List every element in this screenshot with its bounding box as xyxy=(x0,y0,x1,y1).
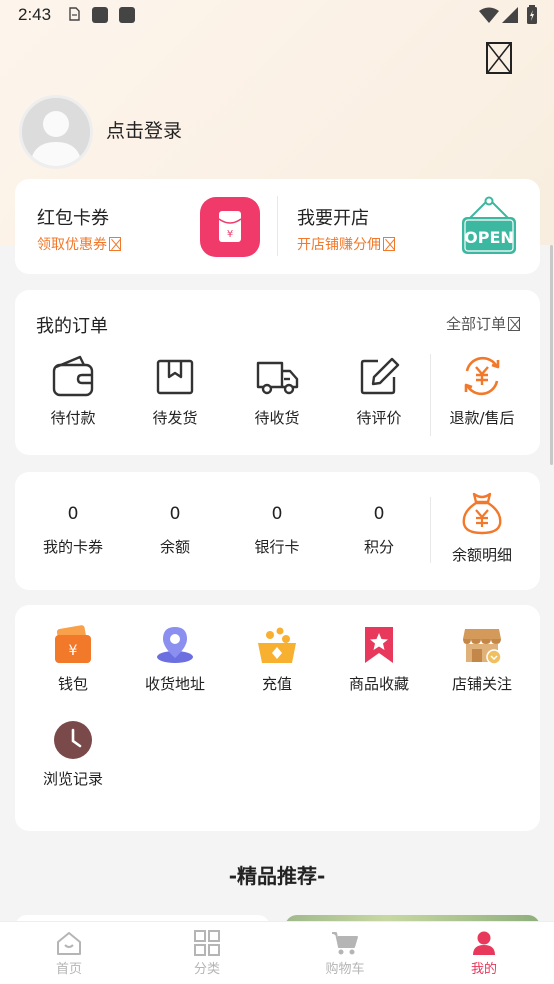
orders-divider xyxy=(430,354,431,436)
asset-label: 银行卡 xyxy=(254,538,300,556)
app-notification-icon xyxy=(92,7,108,23)
service-label: 商品收藏 xyxy=(348,675,409,693)
red-packet-title: 红包卡券 xyxy=(37,208,109,229)
recommend-title: -精品推荐- xyxy=(228,864,326,888)
home-icon xyxy=(57,932,81,955)
bottom-tabbar: 首页 分类 购物车 我的 xyxy=(0,921,554,984)
service-address[interactable]: 收货地址 xyxy=(125,625,225,694)
balance-detail-label: 余额明细 xyxy=(451,546,512,564)
order-pending-payment[interactable]: 待付款 xyxy=(23,353,123,428)
wifi-icon xyxy=(479,7,499,23)
tab-label: 我的 xyxy=(470,962,497,977)
orders-card: 我的订单 全部订单 待付款 待发货 待收货 待评价 退款/售后 xyxy=(15,290,540,455)
service-followed-stores[interactable]: 店铺关注 xyxy=(432,625,532,694)
red-packet-subtitle: 领取优惠券 xyxy=(37,234,121,254)
refund-icon xyxy=(464,356,500,396)
tab-home[interactable]: 首页 xyxy=(29,930,109,977)
service-label: 钱包 xyxy=(57,675,88,693)
open-store-entry[interactable]: 我要开店 开店铺赚分佣 OPEN xyxy=(278,179,540,274)
default-user-icon xyxy=(22,98,90,166)
status-time: 2:43 xyxy=(18,5,52,24)
service-recharge[interactable]: 充值 xyxy=(227,625,327,694)
tab-label: 首页 xyxy=(55,962,82,977)
asset-coupons[interactable]: 0 我的卡券 xyxy=(23,504,123,557)
service-label: 店铺关注 xyxy=(451,675,512,693)
balance-detail[interactable]: 余额明细 xyxy=(432,490,532,565)
battery-icon xyxy=(527,5,537,24)
clock-icon xyxy=(54,721,92,759)
grid-icon xyxy=(194,930,220,956)
asset-balance[interactable]: 0 余额 xyxy=(125,504,225,557)
wallet-icon xyxy=(52,355,94,397)
arrow-placeholder-icon xyxy=(383,237,395,251)
bookmark-star-icon xyxy=(365,627,393,663)
assets-divider xyxy=(430,497,431,563)
tab-cart[interactable]: 购物车 xyxy=(305,930,385,977)
tab-mine[interactable]: 我的 xyxy=(444,930,524,977)
user-icon xyxy=(473,931,495,955)
orders-title: 我的订单 xyxy=(36,316,108,337)
service-label: 充值 xyxy=(261,675,292,693)
assets-card: 0 我的卡券 0 余额 0 银行卡 0 积分 余额明细 xyxy=(15,472,540,590)
tab-label: 分类 xyxy=(193,962,220,977)
arrow-placeholder-icon xyxy=(109,237,121,251)
box-icon xyxy=(156,359,194,395)
asset-value: 0 xyxy=(67,504,79,524)
service-favorites[interactable]: 商品收藏 xyxy=(329,625,429,694)
asset-label: 我的卡券 xyxy=(42,538,103,556)
service-label: 收货地址 xyxy=(144,675,205,693)
open-store-subtitle: 开店铺赚分佣 xyxy=(297,234,395,254)
login-link[interactable]: 点击登录 xyxy=(106,116,182,143)
service-label: 浏览记录 xyxy=(42,770,103,788)
service-wallet[interactable]: ¥ 钱包 xyxy=(23,625,123,694)
asset-points[interactable]: 0 积分 xyxy=(329,504,429,557)
signal-icon xyxy=(502,7,518,23)
sim-card-icon xyxy=(69,7,80,21)
order-pending-receipt[interactable]: 待收货 xyxy=(227,353,327,428)
store-icon xyxy=(463,629,502,665)
cart-icon xyxy=(332,932,358,955)
order-label: 待付款 xyxy=(50,409,96,427)
asset-value: 0 xyxy=(373,504,385,524)
order-label: 待发货 xyxy=(152,409,198,427)
order-label: 待评价 xyxy=(356,409,402,427)
red-packet-entry[interactable]: 红包卡券 领取优惠券 ¥ xyxy=(15,179,277,274)
location-icon xyxy=(157,627,193,663)
recharge-icon xyxy=(258,627,296,663)
settings-icon[interactable] xyxy=(486,42,512,74)
wallet-orange-icon: ¥ xyxy=(55,625,91,663)
tab-category[interactable]: 分类 xyxy=(167,930,247,977)
asset-value: 0 xyxy=(271,504,283,524)
svg-text:¥: ¥ xyxy=(69,643,78,659)
order-label: 退款/售后 xyxy=(449,409,515,427)
open-sign-icon: OPEN xyxy=(462,196,516,254)
open-sign-text: OPEN xyxy=(464,228,514,247)
svg-text:¥: ¥ xyxy=(227,229,233,240)
money-bag-icon xyxy=(462,492,502,535)
asset-label: 积分 xyxy=(363,538,394,556)
asset-bank-card[interactable]: 0 银行卡 xyxy=(227,504,327,557)
scrollbar[interactable] xyxy=(550,245,553,465)
asset-value: 0 xyxy=(169,504,181,524)
order-pending-shipment[interactable]: 待发货 xyxy=(125,353,225,428)
all-orders-link[interactable]: 全部订单 xyxy=(446,313,521,334)
order-refund[interactable]: 退款/售后 xyxy=(432,353,532,428)
service-history[interactable]: 浏览记录 xyxy=(23,720,123,789)
truck-icon xyxy=(256,361,299,395)
services-card: ¥ 钱包 收货地址 充值 商品收藏 店铺关注 浏览记录 xyxy=(15,605,540,831)
edit-icon xyxy=(360,357,400,395)
arrow-placeholder-icon xyxy=(508,317,521,331)
red-envelope-icon: ¥ xyxy=(200,197,260,257)
avatar[interactable] xyxy=(19,95,93,169)
order-label: 待收货 xyxy=(254,409,300,427)
status-bar: 2:43 xyxy=(0,0,554,30)
open-store-title: 我要开店 xyxy=(297,208,369,229)
asset-label: 余额 xyxy=(159,538,190,556)
order-pending-review[interactable]: 待评价 xyxy=(329,353,429,428)
tab-label: 购物车 xyxy=(325,962,365,977)
promo-card: 红包卡券 领取优惠券 ¥ 我要开店 开店铺赚分佣 OPEN xyxy=(15,179,540,274)
app-notification-icon-2 xyxy=(119,7,135,23)
